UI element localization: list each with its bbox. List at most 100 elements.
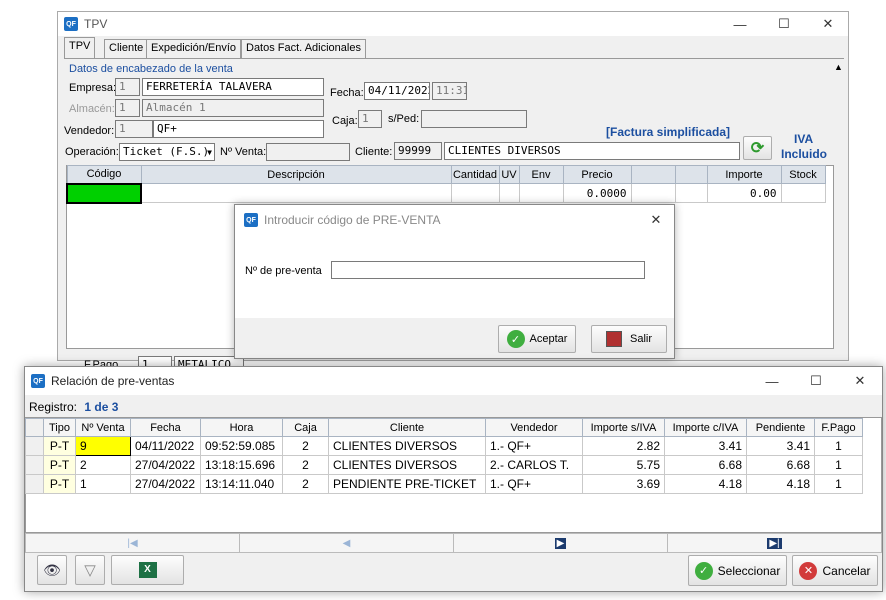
col-nventa[interactable]: Nº Venta bbox=[75, 418, 131, 437]
col-fpago[interactable]: F.Pago bbox=[814, 418, 863, 437]
relacion-minimize-icon[interactable]: — bbox=[750, 369, 794, 393]
search-button[interactable]: 👁 bbox=[37, 555, 67, 585]
caja-label: Caja: bbox=[332, 115, 358, 127]
preventa-title: Introducir código de PRE-VENTA bbox=[264, 213, 441, 227]
caja-field[interactable]: 1 bbox=[358, 110, 382, 128]
sped-field[interactable] bbox=[421, 110, 527, 128]
tab-tpv[interactable]: TPV bbox=[64, 37, 96, 58]
operacion-value: Ticket (F.S.) bbox=[123, 145, 210, 158]
col-importe-civa[interactable]: Importe c/IVA bbox=[664, 418, 747, 437]
nventa-cell-selected[interactable]: 9 bbox=[75, 436, 131, 456]
col-uv[interactable]: UV bbox=[498, 165, 520, 184]
col-importe-siva[interactable]: Importe s/IVA bbox=[582, 418, 665, 437]
col-caja[interactable]: Caja bbox=[282, 418, 329, 437]
nav-prev-button[interactable]: ◀ bbox=[240, 534, 454, 552]
play-icon: ▶ bbox=[554, 537, 567, 549]
lines-grid: Código Descripción Cantidad UV Env Preci… bbox=[66, 165, 826, 204]
scroll-up-icon[interactable]: ▲ bbox=[834, 62, 843, 72]
sped-label: s/Ped: bbox=[388, 113, 420, 125]
table-row[interactable]: 0.0000 0.00 bbox=[66, 182, 826, 204]
col-hora[interactable]: Hora bbox=[200, 418, 283, 437]
vendedor-name-field[interactable]: QF+ bbox=[153, 120, 324, 138]
cliente-code-field[interactable]: 99999 bbox=[394, 142, 442, 160]
table-row[interactable]: P-T 9 04/11/2022 09:52:59.085 2 CLIENTES… bbox=[25, 436, 863, 456]
col-pendiente[interactable]: Pendiente bbox=[746, 418, 815, 437]
col-stock[interactable]: Stock bbox=[780, 165, 826, 184]
export-excel-button[interactable]: X bbox=[111, 555, 184, 585]
aceptar-button[interactable]: ✓ Aceptar bbox=[498, 325, 576, 353]
check-icon: ✓ bbox=[506, 330, 525, 348]
cancelar-label: Cancelar bbox=[822, 563, 871, 578]
empresa-code-field[interactable]: 1 bbox=[115, 78, 140, 96]
col-descripcion[interactable]: Descripción bbox=[140, 165, 452, 184]
registro-value: 1 de 3 bbox=[84, 400, 119, 414]
almacen-code-field[interactable]: 1 bbox=[115, 99, 140, 117]
nventa-field[interactable] bbox=[266, 143, 350, 161]
row-indicator bbox=[25, 436, 44, 456]
refresh-icon: ⟳ bbox=[750, 140, 765, 157]
tab-expedicion[interactable]: Expedición/Envío bbox=[146, 39, 241, 58]
seleccionar-button[interactable]: ✓ Seleccionar bbox=[688, 555, 787, 586]
cliente-name-field[interactable]: CLIENTES DIVERSOS bbox=[444, 142, 740, 160]
tab-datos-fact[interactable]: Datos Fact. Adicionales bbox=[241, 39, 366, 58]
preventa-close-icon[interactable]: ✕ bbox=[639, 208, 673, 232]
nav-last-button[interactable]: ▶| bbox=[668, 534, 881, 552]
refresh-button[interactable]: ⟳ bbox=[743, 136, 772, 160]
col-vendedor[interactable]: Vendedor bbox=[485, 418, 583, 437]
preventa-input[interactable] bbox=[331, 261, 645, 279]
tpv-title: TPV bbox=[84, 17, 108, 31]
excel-icon: X bbox=[138, 562, 157, 578]
col-precio[interactable]: Precio bbox=[562, 165, 632, 184]
empresa-label: Empresa: bbox=[69, 82, 117, 94]
relacion-grid-header: Tipo Nº Venta Fecha Hora Caja Cliente Ve… bbox=[25, 418, 863, 437]
col-tipo[interactable]: Tipo bbox=[43, 418, 76, 437]
section-title: Datos de encabezado de la venta bbox=[69, 63, 233, 75]
relacion-close-icon[interactable]: ✕ bbox=[838, 369, 882, 393]
preventa-dialog: QF Introducir código de PRE-VENTA ✕ Nº d… bbox=[234, 204, 675, 359]
filter-button[interactable]: ▽ bbox=[75, 555, 105, 585]
exit-door-icon bbox=[605, 331, 622, 347]
navigator-bar: |◀ ◀ ▶ ▶| bbox=[25, 533, 882, 553]
salir-button[interactable]: Salir bbox=[591, 325, 667, 353]
tab-cliente[interactable]: Cliente bbox=[104, 39, 149, 58]
vendedor-code-field[interactable]: 1 bbox=[115, 120, 153, 138]
iva-label: IVA bbox=[794, 132, 814, 146]
col-fecha[interactable]: Fecha bbox=[130, 418, 201, 437]
close-icon[interactable]: ✕ bbox=[806, 12, 850, 36]
operacion-select[interactable]: Ticket (F.S.) ▼ bbox=[119, 143, 215, 161]
relacion-grid: Tipo Nº Venta Fecha Hora Caja Cliente Ve… bbox=[25, 418, 863, 494]
seleccionar-label: Seleccionar bbox=[717, 563, 781, 578]
fecha-field[interactable]: 04/11/2022 bbox=[364, 82, 430, 100]
minimize-icon[interactable]: — bbox=[718, 12, 762, 36]
col-extra1[interactable] bbox=[630, 165, 676, 184]
cancel-icon: ✕ bbox=[799, 561, 818, 580]
cancelar-button[interactable]: ✕ Cancelar bbox=[792, 555, 878, 586]
col-codigo[interactable]: Código bbox=[66, 165, 142, 184]
lines-grid-header: Código Descripción Cantidad UV Env Preci… bbox=[66, 165, 826, 184]
salir-label: Salir bbox=[629, 333, 652, 345]
almacen-name-field[interactable]: Almacén 1 bbox=[142, 99, 324, 117]
relacion-maximize-icon[interactable]: ☐ bbox=[794, 369, 838, 393]
empresa-name-field[interactable]: FERRETERÍA TALAVERA bbox=[142, 78, 324, 96]
check-icon: ✓ bbox=[694, 561, 713, 580]
nav-next-button[interactable]: ▶ bbox=[454, 534, 668, 552]
app-icon: QF bbox=[31, 374, 45, 388]
col-extra2[interactable] bbox=[674, 165, 708, 184]
maximize-icon[interactable]: ☐ bbox=[762, 12, 806, 36]
row-indicator bbox=[25, 455, 44, 475]
hora-field[interactable]: 11:31 bbox=[432, 82, 467, 100]
col-cantidad[interactable]: Cantidad bbox=[450, 165, 500, 184]
col-cliente[interactable]: Cliente bbox=[328, 418, 486, 437]
almacen-label: Almacén: bbox=[69, 103, 115, 115]
vendedor-label: Vendedor: bbox=[64, 125, 115, 137]
chevron-down-icon: ▼ bbox=[207, 148, 212, 157]
col-importe[interactable]: Importe bbox=[706, 165, 782, 184]
col-env[interactable]: Env bbox=[518, 165, 564, 184]
codigo-cell-active[interactable] bbox=[66, 182, 142, 204]
nav-first-button[interactable]: |◀ bbox=[26, 534, 240, 552]
table-row[interactable]: P-T 2 27/04/2022 13:18:15.696 2 CLIENTES… bbox=[25, 455, 863, 475]
table-row[interactable]: P-T 1 27/04/2022 13:14:11.040 2 PENDIENT… bbox=[25, 474, 863, 494]
relacion-title: Relación de pre-ventas bbox=[51, 374, 175, 388]
factura-simplificada: [Factura simplificada] bbox=[606, 125, 731, 139]
row-indicator bbox=[25, 474, 44, 494]
